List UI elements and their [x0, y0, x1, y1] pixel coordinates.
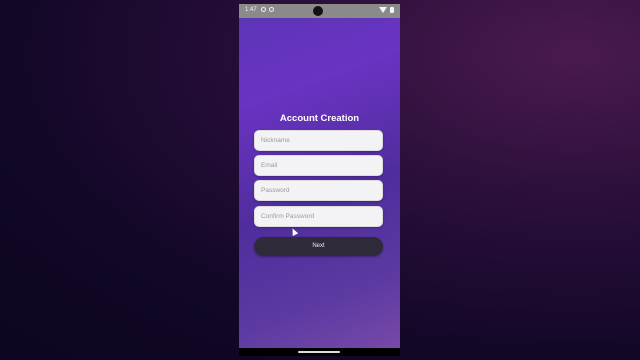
system-icons	[379, 7, 394, 13]
mouse-cursor-icon	[289, 227, 299, 236]
battery-icon	[390, 7, 394, 13]
nickname-field[interactable]	[254, 130, 383, 151]
home-indicator[interactable]	[298, 351, 340, 353]
password-field[interactable]	[254, 180, 383, 201]
wifi-icon	[379, 7, 387, 13]
phone-screen: 1:47 Account Creation Next	[239, 4, 400, 356]
email-field[interactable]	[254, 155, 383, 176]
camera-cutout	[313, 6, 323, 16]
notification-icon	[269, 7, 274, 12]
status-bar: 1:47	[239, 4, 400, 18]
notification-icon	[261, 7, 266, 12]
confirm-password-field[interactable]	[254, 206, 383, 227]
navigation-bar	[239, 348, 400, 356]
next-button[interactable]: Next	[254, 237, 383, 256]
page-title: Account Creation	[279, 113, 360, 124]
status-time: 1:47	[245, 7, 257, 13]
notification-icons	[261, 7, 274, 12]
